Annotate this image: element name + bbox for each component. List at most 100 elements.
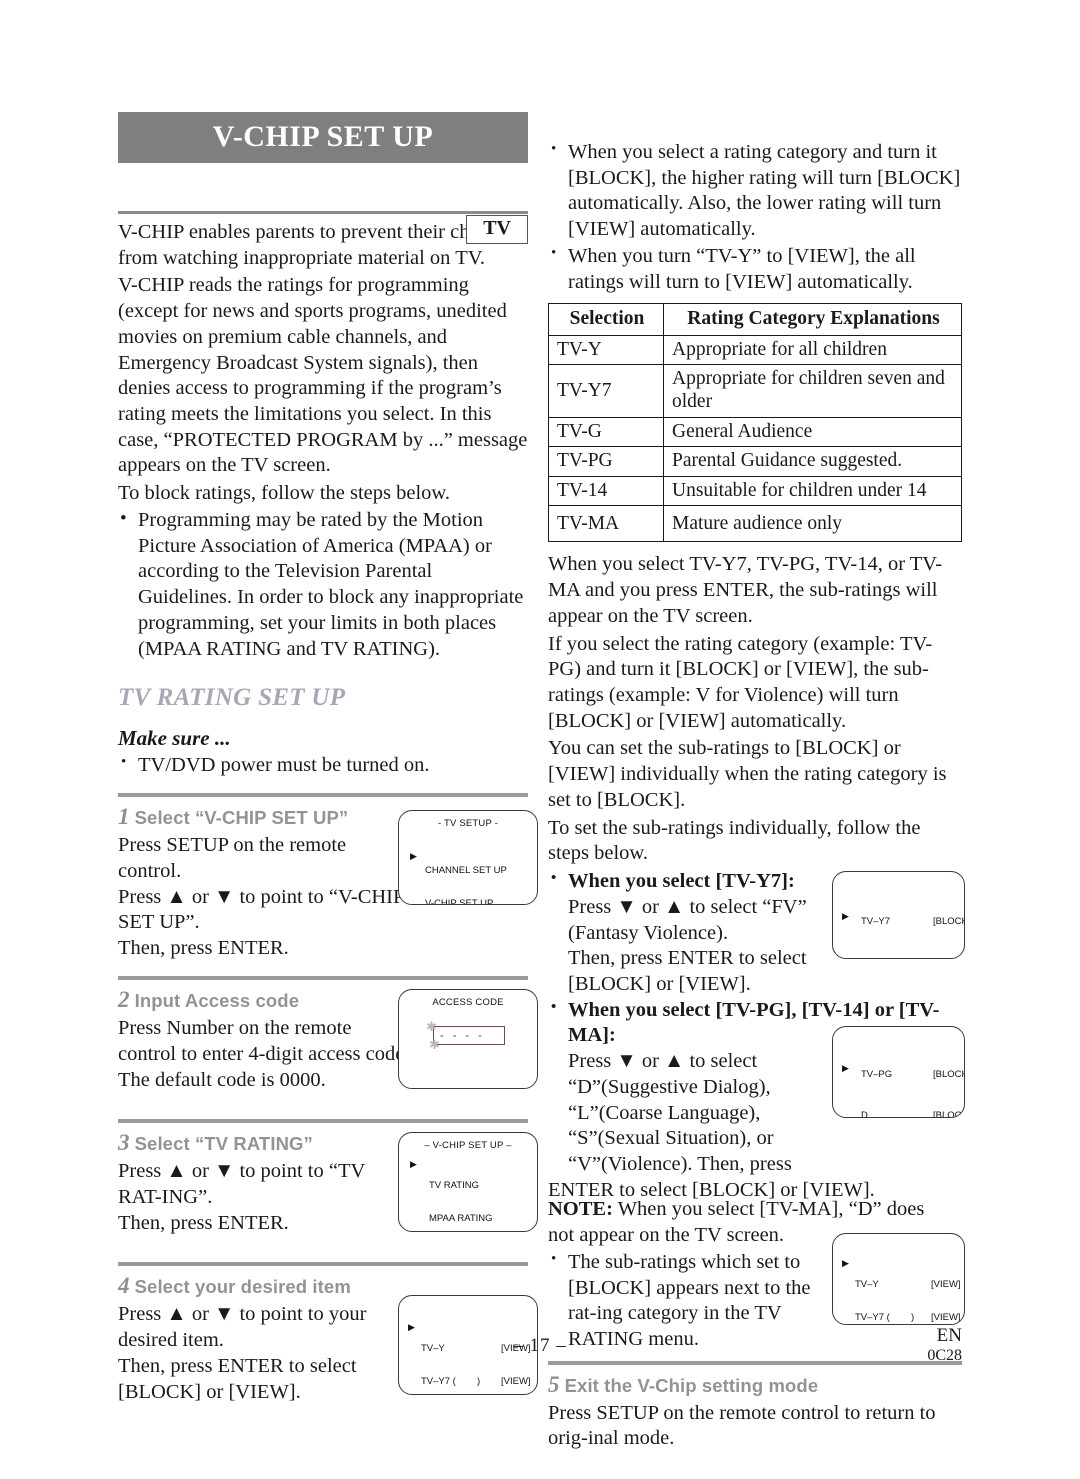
manual-page: V-CHIP SET UP TV V-CHIP enables parents … [0, 0, 1080, 1479]
cell-explanation: Appropriate for all children [663, 334, 962, 366]
list-item: FV [BLOCK] [861, 957, 964, 958]
column-header-selection: Selection [548, 303, 664, 336]
blink-icon: ✱ [426, 1019, 437, 1035]
step-2-number: 2 [118, 987, 130, 1013]
item-value: [VIEW] [501, 1376, 531, 1388]
list-item: TV–Y7 [BLOCK] [861, 916, 964, 935]
item-label: D [861, 1109, 868, 1118]
tvpg-block: When you select [TV-PG], [TV-14] or [TV-… [548, 998, 965, 1204]
screen-tv-setup-items: CHANNEL SET UP V-CHIP SET UP LANGUAGE[EN… [425, 843, 531, 904]
note-block: NOTE: When you select [TV-MA], “D” does … [548, 1197, 965, 1352]
step-5-line-1: Press SETUP on the remote control to ret… [548, 1401, 936, 1450]
footer-language: EN [936, 1325, 962, 1346]
step-5-title: Exit the V-Chip setting mode [564, 1374, 819, 1396]
screen-vchip-setup-items: TV RATING MPAA RATING CHANGE CODE [429, 1158, 500, 1231]
step-4-title: Select your desired item [134, 1276, 351, 1298]
cell-selection: TV-Y7 [548, 364, 664, 418]
step-4-line-2: Then, press ENTER to select [BLOCK] or [… [118, 1354, 357, 1403]
list-item: MPAA RATING [429, 1213, 500, 1224]
right-top-bullets: When you select a rating category and tu… [548, 140, 962, 295]
page-number: – 17 – [513, 1335, 567, 1356]
step-5: 5 Exit the V-Chip setting mode Press SETU… [548, 1372, 962, 1452]
footer-code: 0C28 [927, 1346, 962, 1364]
item-label: MPAA RATING [429, 1213, 493, 1225]
step-1-title: Select “V-CHIP SET UP” [134, 806, 349, 828]
step-1-line-3: Then, press ENTER. [118, 937, 289, 960]
right-paragraph-4: To set the sub-ratings individually, fol… [548, 816, 921, 865]
step-2: 2 Input Access code Press Number on the r… [118, 987, 538, 1105]
list-item: When you turn “TV-Y” to [VIEW], the all … [548, 244, 962, 295]
caret-icon: ▶ [410, 1159, 417, 1170]
step-2-line-1: Press Number on the remote control to en… [118, 1017, 410, 1091]
tvpg-line-5: “V”(Violence). Then, press [568, 1152, 792, 1175]
make-sure-list: TV/DVD power must be turned on. [118, 753, 528, 779]
table-row: TV-MA Mature audience only [548, 505, 962, 543]
table-row: TV-PG Parental Guidance suggested. [548, 446, 962, 477]
cell-selection: TV-G [548, 416, 664, 448]
item-label: CHANNEL SET UP [425, 864, 507, 876]
item-value: [VIEW] [931, 1312, 961, 1324]
cell-selection: TV-14 [548, 475, 664, 507]
table-row: TV-Y Appropriate for all children [548, 334, 962, 366]
item-value: [BLOCK] [933, 957, 964, 958]
screen-vchip-setup-title: – V-CHIP SET UP – [424, 1140, 512, 1152]
list-item: TV/DVD power must be turned on. [118, 753, 528, 779]
step-2-title: Input Access code [134, 990, 300, 1012]
item-label: TV RATING [429, 1180, 479, 1192]
cell-selection: TV-Y [548, 334, 664, 366]
intro-bullet-list: Programming may be rated by the Motion P… [118, 507, 528, 662]
table-row: TV-14 Unsuitable for children under 14 [548, 475, 962, 507]
cell-explanation: Appropriate for children seven and older [663, 364, 962, 418]
screen-tvy7-sub: ▶ TV–Y7 [BLOCK] FV [BLOCK] [832, 871, 965, 960]
tvpg-line-2: “D”(Suggestive Dialog), [568, 1075, 771, 1098]
step-1-line-1: Press SETUP on the remote control. [118, 833, 347, 882]
footer-language-block: EN 0C28 [927, 1325, 962, 1365]
list-item: Programming may be rated by the Motion P… [118, 507, 528, 662]
intro-paragraph-2: V-CHIP reads the ratings for programming… [118, 274, 528, 477]
cell-selection: TV-PG [548, 446, 664, 477]
make-sure-label: Make sure ... [118, 726, 231, 751]
step-1-text: Press SETUP on the remote control. Press… [118, 833, 410, 962]
item-label: TV–Y7 [861, 916, 891, 928]
tvpg-line-3: “L”(Coarse Language), [568, 1101, 761, 1124]
screen-tvpg-items: TV–PG[BLOCK] D[BLOCK] L[BLOCK] S[BLOCK] … [861, 1047, 964, 1118]
section-subhead: TV RATING SET UP [118, 684, 346, 712]
column-header-explanations: Rating Category Explanations [663, 303, 962, 336]
item-label: FV [861, 957, 873, 958]
list-item: TV–Y7 ( ) [VIEW] [421, 1376, 531, 1387]
step-4-number: 4 [118, 1273, 130, 1299]
blink-icon: ✱ [429, 1037, 440, 1053]
item-label: TV–Y7 ( ) [855, 1312, 915, 1324]
screen-access-code-title: ACCESS CODE [432, 997, 504, 1009]
cell-explanation: Mature audience only [663, 505, 962, 543]
item-value: [BLOCK] [933, 916, 964, 928]
caret-icon: ▶ [410, 850, 417, 861]
divider-step-1 [118, 792, 528, 797]
screen-tv-rating-items: TV–Y[VIEW] TV–Y7 ( )[VIEW] TV–G[VIEW] TV… [421, 1321, 531, 1394]
right-paragraph-1: When you select TV-Y7, TV-PG, TV-14, or … [548, 553, 943, 627]
cell-explanation: Parental Guidance suggested. [663, 446, 962, 477]
list-item: TV–PG [BLOCK] [861, 1069, 964, 1088]
tvy7-text: Press ▼ or ▲ to select “FV” (Fantasy Vio… [548, 895, 838, 998]
badge-row: TV [118, 163, 528, 244]
table-header-row: Selection Rating Category Explanations [548, 303, 962, 336]
access-code-field: - - - - [433, 1026, 505, 1046]
cell-explanation: Unsuitable for children under 14 [663, 475, 962, 507]
item-value: [VIEW] [931, 1279, 961, 1291]
step-3-line-2: Then, press ENTER. [118, 1211, 289, 1234]
ratings-table: Selection Rating Category Explanations T… [548, 303, 962, 543]
right-paragraph-2: If you select the rating category (examp… [548, 632, 933, 732]
list-item: TV RATING [429, 1180, 500, 1191]
caret-icon: ▶ [842, 911, 849, 922]
tvy7-line-1: Press ▼ or ▲ to select “FV” [568, 895, 807, 918]
intro-paragraph-3: To block ratings, follow the steps below… [118, 482, 451, 505]
right-column: When you select a rating category and tu… [548, 140, 965, 1452]
list-item: D [BLOCK] [861, 1109, 964, 1118]
cell-explanation: General Audience [663, 416, 962, 448]
divider-step-5 [548, 1360, 962, 1365]
list-item: TV–Y [VIEW] [855, 1279, 961, 1290]
list-item: CHANNEL SET UP [425, 865, 531, 876]
step-1-line-2: Press ▲ or ▼ to point to “V-CHIP SET UP”… [118, 885, 404, 934]
cell-selection: TV-MA [548, 505, 664, 543]
left-column: V-CHIP SET UP TV V-CHIP enables parents … [118, 112, 538, 1405]
